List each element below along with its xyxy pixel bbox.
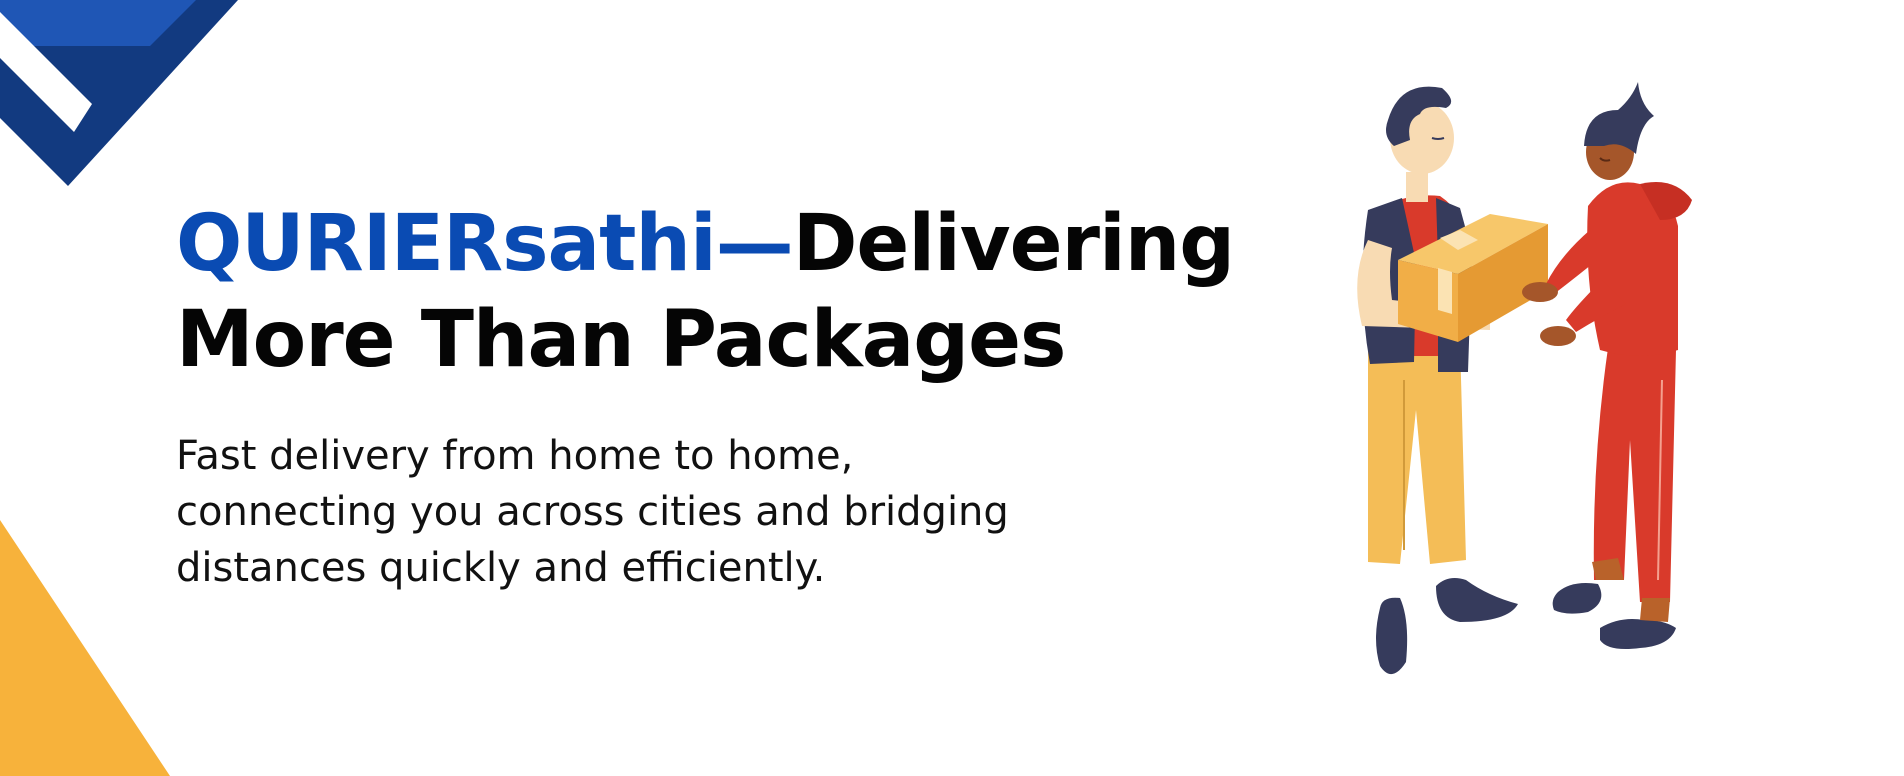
headline: QURIERsathi—Delivering More Than Package… (176, 196, 1236, 388)
courier-figure (1357, 86, 1518, 675)
headline-line-2: More Than Packages (176, 295, 1066, 385)
hero-text-block: QURIERsathi—Delivering More Than Package… (176, 196, 1236, 596)
hero-banner: QURIERsathi—Delivering More Than Package… (0, 0, 1904, 776)
headline-dash: — (715, 199, 794, 289)
yellow-triangle-decoration (0, 520, 170, 776)
blue-chevron-decoration (0, 0, 238, 186)
customer-figure (1522, 82, 1692, 649)
headline-line-1: Delivering (792, 199, 1235, 289)
brand-name: QURIERsathi (176, 199, 717, 289)
courier-delivery-illustration (1357, 82, 1692, 675)
hero-subtext: Fast delivery from home to home, connect… (176, 433, 1009, 591)
